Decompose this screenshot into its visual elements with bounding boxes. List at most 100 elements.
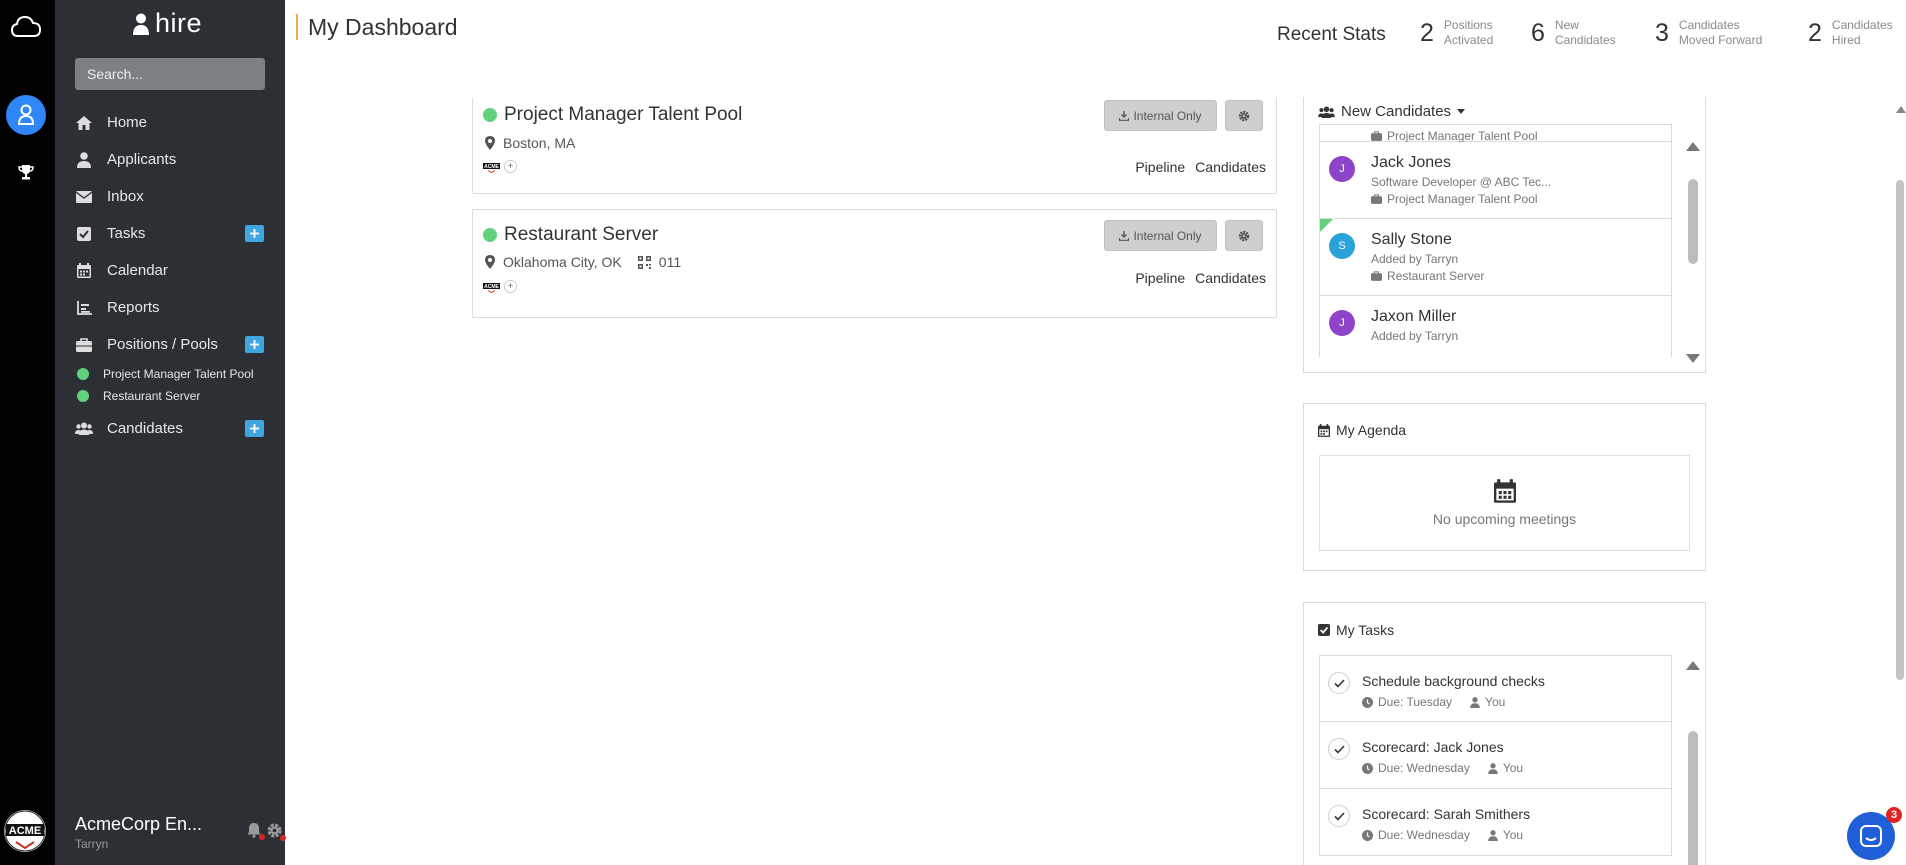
stat-number: 3 bbox=[1655, 18, 1669, 47]
widget-header: My Tasks bbox=[1318, 622, 1394, 638]
app: ACME hire Home bbox=[0, 0, 1906, 865]
svg-text:ACME: ACME bbox=[484, 284, 499, 290]
sidebar-pool-item[interactable]: Restaurant Server bbox=[55, 385, 285, 407]
stat-hired[interactable]: 2 Candidates Hired bbox=[1808, 18, 1893, 48]
task-list-scrollbar[interactable] bbox=[1686, 661, 1700, 865]
sidebar-item-home[interactable]: Home bbox=[55, 104, 285, 141]
candidate-item[interactable]: S Sally Stone Added by Tarryn Restaurant… bbox=[1319, 219, 1672, 296]
sidebar-item-positions[interactable]: Positions / Pools bbox=[55, 326, 285, 363]
bell-icon[interactable] bbox=[246, 822, 265, 840]
download-icon bbox=[1119, 110, 1130, 121]
stat-new-candidates[interactable]: 6 New Candidates bbox=[1531, 18, 1616, 48]
position-title[interactable]: Restaurant Server bbox=[504, 224, 658, 246]
position-settings-button[interactable] bbox=[1225, 220, 1263, 251]
new-candidates-widget: New Candidates Project Manager Talent Po… bbox=[1303, 97, 1706, 373]
acme-logo[interactable]: ACME bbox=[4, 810, 46, 852]
position-code-value: 011 bbox=[658, 254, 682, 270]
scroll-thumb[interactable] bbox=[1688, 179, 1698, 264]
avatar: J bbox=[1329, 156, 1355, 182]
add-logo-button[interactable]: + bbox=[504, 280, 517, 293]
internal-only-label: Internal Only bbox=[1133, 108, 1202, 123]
cloud-icon[interactable] bbox=[10, 14, 42, 40]
candidate-subtitle: Software Developer @ ABC Tec... bbox=[1371, 175, 1552, 189]
sidebar-item-inbox[interactable]: Inbox bbox=[55, 178, 285, 215]
task-item[interactable]: Scorecard: Jack Jones Due: Wednesday You bbox=[1319, 722, 1672, 789]
pipeline-link[interactable]: Pipeline bbox=[1135, 159, 1185, 175]
sidebar-pool-item[interactable]: Project Manager Talent Pool bbox=[55, 363, 285, 385]
checkbox-icon bbox=[1318, 624, 1330, 636]
position-card[interactable]: Restaurant Server Oklahoma City, OK 011 … bbox=[472, 209, 1277, 318]
active-status-icon bbox=[483, 228, 497, 242]
profile-icon-button[interactable] bbox=[6, 95, 46, 135]
position-settings-button[interactable] bbox=[1225, 100, 1263, 131]
complete-task-button[interactable] bbox=[1328, 672, 1350, 694]
sidebar-item-label: Positions / Pools bbox=[107, 336, 218, 353]
scroll-thumb[interactable] bbox=[1896, 180, 1904, 680]
add-position-button[interactable] bbox=[245, 336, 264, 353]
sidebar-item-reports[interactable]: Reports bbox=[55, 289, 285, 326]
candidates-link[interactable]: Candidates bbox=[1195, 159, 1266, 175]
caret-down-icon bbox=[1457, 109, 1466, 114]
internal-only-button[interactable]: Internal Only bbox=[1104, 220, 1217, 251]
scroll-thumb[interactable] bbox=[1688, 731, 1698, 865]
page-scrollbar[interactable] bbox=[1896, 100, 1906, 700]
task-meta: Due: Wednesday You bbox=[1362, 828, 1523, 842]
scroll-up-icon[interactable] bbox=[1686, 661, 1700, 670]
sidebar-item-tasks[interactable]: Tasks bbox=[55, 215, 285, 252]
task-item[interactable]: Scorecard: Sarah Smithers Due: Wednesday… bbox=[1319, 789, 1672, 856]
trophy-icon[interactable] bbox=[17, 163, 35, 181]
acme-mini-logo: ACME bbox=[483, 280, 500, 293]
task-item[interactable]: Schedule background checks Due: Tuesday … bbox=[1319, 655, 1672, 722]
user-icon bbox=[133, 13, 149, 35]
add-candidate-button[interactable] bbox=[245, 420, 264, 437]
candidates-link[interactable]: Candidates bbox=[1195, 270, 1266, 286]
gear-icon[interactable] bbox=[266, 822, 286, 841]
clock-icon bbox=[1362, 829, 1373, 841]
envelope-icon bbox=[75, 188, 93, 206]
avatar: J bbox=[1329, 310, 1355, 336]
page-title: My Dashboard bbox=[296, 14, 458, 40]
complete-task-button[interactable] bbox=[1328, 805, 1350, 827]
home-icon bbox=[75, 114, 93, 132]
scroll-up-icon[interactable] bbox=[1896, 106, 1906, 113]
position-title[interactable]: Project Manager Talent Pool bbox=[504, 104, 742, 126]
new-candidates-dropdown[interactable]: New Candidates bbox=[1318, 103, 1466, 120]
header: My Dashboard Recent Stats 2 Positions Act… bbox=[285, 0, 1906, 60]
scroll-up-icon[interactable] bbox=[1686, 142, 1700, 151]
stat-label: Candidates Hired bbox=[1831, 18, 1893, 47]
candidate-item[interactable]: Project Manager Talent Pool bbox=[1319, 125, 1672, 143]
active-status-icon bbox=[77, 390, 89, 402]
add-logo-button[interactable]: + bbox=[504, 160, 517, 173]
position-location-row: Boston, MA bbox=[485, 135, 575, 151]
calendar-icon bbox=[1318, 423, 1330, 437]
candidate-item[interactable]: J Jack Jones Software Developer @ ABC Te… bbox=[1319, 142, 1672, 219]
account-panel[interactable]: AcmeCorp En... Tarryn bbox=[75, 814, 286, 851]
candidate-list-scrollbar[interactable] bbox=[1686, 142, 1700, 367]
brand[interactable]: hire bbox=[133, 8, 202, 39]
pipeline-link[interactable]: Pipeline bbox=[1135, 270, 1185, 286]
account-name: AcmeCorp En... bbox=[75, 814, 203, 834]
candidate-item[interactable]: J Jaxon Miller Added by Tarryn bbox=[1319, 296, 1672, 357]
sidebar-item-label: Tasks bbox=[107, 225, 146, 242]
app-rail: ACME bbox=[0, 0, 55, 865]
task-meta: Due: Tuesday You bbox=[1362, 695, 1505, 709]
stat-positions-activated[interactable]: 2 Positions Activated bbox=[1420, 18, 1493, 48]
active-status-icon bbox=[483, 108, 497, 122]
sidebar-item-calendar[interactable]: Calendar bbox=[55, 252, 285, 289]
sidebar-item-applicants[interactable]: Applicants bbox=[55, 141, 285, 178]
position-links: Pipeline Candidates bbox=[1135, 270, 1266, 286]
candidate-name: Jaxon Miller bbox=[1371, 308, 1457, 325]
sidebar-item-candidates[interactable]: Candidates bbox=[55, 410, 285, 447]
complete-task-button[interactable] bbox=[1328, 738, 1350, 760]
internal-only-button[interactable]: Internal Only bbox=[1104, 100, 1217, 131]
search-input[interactable] bbox=[75, 58, 265, 90]
stat-label: Positions Activated bbox=[1443, 18, 1494, 47]
candidate-pool: Project Manager Talent Pool bbox=[1371, 129, 1538, 143]
position-card[interactable]: Project Manager Talent Pool Boston, MA A… bbox=[472, 97, 1277, 194]
agenda-empty-state: No upcoming meetings bbox=[1319, 455, 1690, 551]
position-logos: ACME + bbox=[483, 160, 517, 173]
stat-moved-forward[interactable]: 3 Candidates Moved Forward bbox=[1655, 18, 1762, 48]
widget-title: My Agenda bbox=[1336, 422, 1407, 438]
scroll-down-icon[interactable] bbox=[1686, 354, 1700, 363]
add-task-button[interactable] bbox=[245, 225, 264, 242]
